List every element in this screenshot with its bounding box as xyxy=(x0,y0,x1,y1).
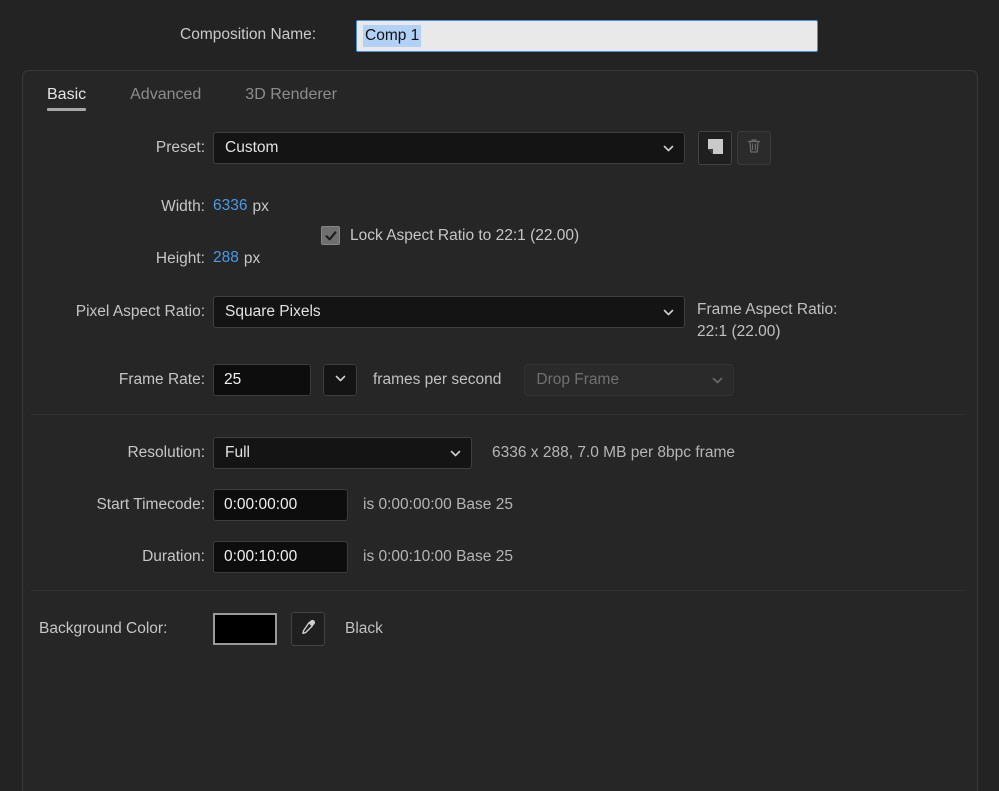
save-preset-icon xyxy=(706,137,725,160)
background-color-name: Black xyxy=(345,620,383,637)
composition-name-row: Composition Name: Comp 1 xyxy=(0,0,999,70)
chevron-down-icon xyxy=(449,447,462,460)
height-row: Height: 288 px xyxy=(23,249,523,268)
chevron-down-icon xyxy=(334,372,347,389)
background-color-label: Background Color: xyxy=(39,620,168,637)
frames-per-second-label: frames per second xyxy=(373,371,502,388)
frame-rate-label: Frame Rate: xyxy=(118,371,205,388)
duration-value: 0:00:10:00 xyxy=(224,548,298,565)
frame-aspect-ratio-block: Frame Aspect Ratio: 22:1 (22.00) xyxy=(697,299,837,344)
frame-rate-input[interactable]: 25 xyxy=(213,364,311,396)
chevron-down-icon xyxy=(662,306,675,319)
tab-advanced-label: Advanced xyxy=(130,86,202,103)
composition-settings-panel: Basic Advanced 3D Renderer Preset: Custo… xyxy=(22,70,978,791)
resolution-value: Full xyxy=(225,444,250,461)
width-label: Width: xyxy=(161,197,205,215)
preset-label: Preset: xyxy=(155,139,205,156)
width-row: Width: 6336 px xyxy=(23,197,523,216)
start-timecode-input[interactable]: 0:00:00:00 xyxy=(213,489,348,521)
preset-row: Preset: Custom xyxy=(23,131,979,165)
width-unit: px xyxy=(252,197,269,215)
duration-info: is 0:00:10:00 Base 25 xyxy=(363,548,513,565)
start-timecode-label: Start Timecode: xyxy=(96,496,205,513)
frame-aspect-ratio-value: 22:1 (22.00) xyxy=(697,323,781,341)
pixel-aspect-ratio-label: Pixel Aspect Ratio: xyxy=(75,303,205,320)
frame-rate-row: Frame Rate: 25 frames per second Drop Fr… xyxy=(23,364,979,396)
trash-icon xyxy=(745,137,763,159)
preset-select[interactable]: Custom xyxy=(213,132,685,164)
divider-top xyxy=(31,414,964,415)
frame-rate-dropdown-button[interactable] xyxy=(323,364,357,396)
save-preset-button[interactable] xyxy=(698,131,732,165)
duration-input[interactable]: 0:00:10:00 xyxy=(213,541,348,573)
width-value[interactable]: 6336 xyxy=(213,197,247,216)
tab-3d-renderer-label: 3D Renderer xyxy=(245,86,337,103)
composition-name-value: Comp 1 xyxy=(363,24,422,48)
pixel-aspect-ratio-value: Square Pixels xyxy=(225,303,321,320)
eyedropper-button[interactable] xyxy=(291,612,325,646)
delete-preset-button xyxy=(737,131,771,165)
height-value[interactable]: 288 xyxy=(213,249,239,268)
height-label: Height: xyxy=(155,249,205,267)
start-timecode-info: is 0:00:00:00 Base 25 xyxy=(363,496,513,513)
resolution-row: Resolution: Full 6336 x 288, 7.0 MB per … xyxy=(23,437,979,469)
lock-aspect-ratio-checkbox[interactable] xyxy=(321,226,340,245)
chevron-down-icon xyxy=(711,374,724,387)
resolution-info: 6336 x 288, 7.0 MB per 8bpc frame xyxy=(492,444,735,461)
resolution-label: Resolution: xyxy=(127,444,205,461)
preset-value: Custom xyxy=(225,139,279,156)
resolution-select[interactable]: Full xyxy=(213,437,472,469)
lock-aspect-ratio-row: Lock Aspect Ratio to 22:1 (22.00) xyxy=(321,226,579,245)
pixel-aspect-ratio-select[interactable]: Square Pixels xyxy=(213,296,685,328)
composition-name-label: Composition Name: xyxy=(180,26,317,43)
drop-frame-select: Drop Frame xyxy=(524,364,735,396)
composition-name-input[interactable]: Comp 1 xyxy=(356,20,818,52)
tab-basic[interactable]: Basic xyxy=(47,86,87,111)
duration-label: Duration: xyxy=(142,548,205,565)
frame-rate-value: 25 xyxy=(224,371,242,388)
frame-aspect-ratio-label: Frame Aspect Ratio: xyxy=(697,301,838,318)
start-timecode-row: Start Timecode: 0:00:00:00 is 0:00:00:00… xyxy=(23,489,979,521)
chevron-down-icon xyxy=(662,142,675,155)
tab-3d-renderer[interactable]: 3D Renderer xyxy=(245,86,337,111)
tab-basic-label: Basic xyxy=(47,86,87,103)
background-color-row: Background Color: Black xyxy=(23,612,979,646)
lock-aspect-ratio-label: Lock Aspect Ratio to 22:1 (22.00) xyxy=(350,226,580,244)
eyedropper-icon xyxy=(298,617,318,641)
duration-row: Duration: 0:00:10:00 is 0:00:10:00 Base … xyxy=(23,541,979,573)
background-color-swatch[interactable] xyxy=(213,613,277,645)
drop-frame-value: Drop Frame xyxy=(536,371,620,388)
divider-bottom xyxy=(31,590,964,591)
tab-advanced[interactable]: Advanced xyxy=(130,86,201,111)
tab-bar: Basic Advanced 3D Renderer xyxy=(47,86,381,111)
height-unit: px xyxy=(243,249,261,267)
start-timecode-value: 0:00:00:00 xyxy=(224,496,298,513)
